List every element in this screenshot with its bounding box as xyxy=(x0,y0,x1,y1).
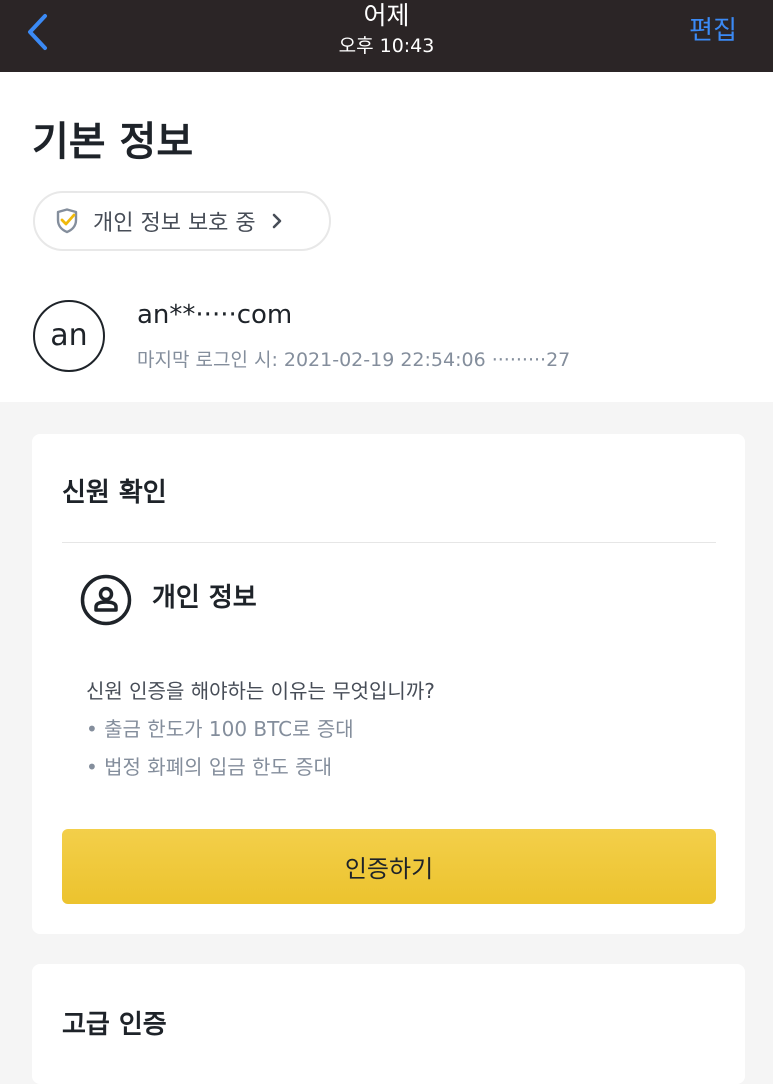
privacy-protection-button[interactable]: 개인 정보 보호 중 xyxy=(33,191,331,251)
personal-info-label: 개인 정보 xyxy=(152,583,257,613)
divider xyxy=(62,542,716,543)
chevron-right-icon xyxy=(272,213,281,229)
verify-button[interactable]: 인증하기 xyxy=(62,829,716,904)
identity-card-title: 신원 확인 xyxy=(62,478,167,508)
advanced-card-title: 고급 인증 xyxy=(62,1010,167,1040)
topbar-title: 어제 xyxy=(363,1,410,30)
basic-info-header: 기본 정보 개인 정보 보호 중 an an**·····com 마지막 로그인… xyxy=(0,72,773,402)
privacy-label: 개인 정보 보호 중 xyxy=(93,211,256,236)
top-bar: 어제 오후 10:43 편집 xyxy=(0,0,773,72)
last-login-text: 마지막 로그인 시: 2021-02-19 22:54:06 ·········… xyxy=(137,349,571,371)
account-email: an**·····com xyxy=(137,300,293,330)
shield-check-icon xyxy=(56,208,78,234)
topbar-subtitle: 오후 10:43 xyxy=(338,35,435,57)
benefit-item: • 출금 한도가 100 BTC로 증대 xyxy=(86,717,354,741)
avatar: an xyxy=(33,300,105,372)
edit-button[interactable]: 편집 xyxy=(689,14,737,48)
user-circle-icon xyxy=(80,574,132,626)
advanced-verification-card[interactable]: 고급 인증 xyxy=(32,964,745,1084)
page-title: 기본 정보 xyxy=(32,119,194,165)
identity-verification-card: 신원 확인 개인 정보 신원 인증을 해야하는 이유는 무엇입니까? • 출금 … xyxy=(32,434,745,934)
verification-reason-title: 신원 인증을 해야하는 이유는 무엇입니까? xyxy=(86,679,435,703)
benefit-item: • 법정 화폐의 입금 한도 증대 xyxy=(86,755,332,779)
